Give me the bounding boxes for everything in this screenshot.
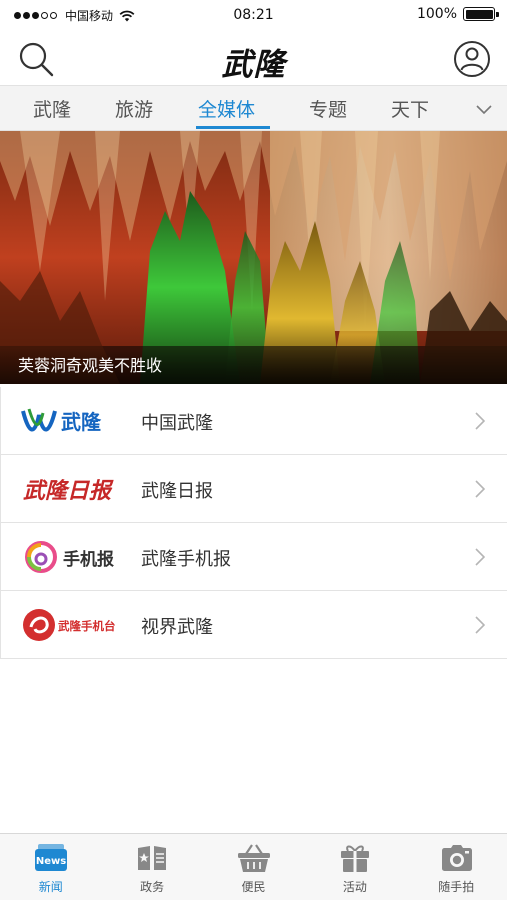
list-item-mobile-paper[interactable]: 手机报 武隆手机报: [0, 523, 507, 591]
media-label: 视界武隆: [141, 617, 213, 638]
app-logo: 武隆: [221, 47, 286, 83]
nav-activities[interactable]: 活动: [304, 834, 405, 900]
media-logo-text: 武隆日报: [23, 478, 114, 504]
wulong-logo-icon: 武隆: [21, 408, 102, 434]
mobile-paper-logo-icon: 手机报: [25, 541, 114, 573]
chevron-right-icon: [475, 412, 485, 430]
media-label: 武隆日报: [141, 481, 213, 502]
nav-label: 便民: [241, 880, 266, 894]
nav-news[interactable]: News 新闻: [0, 834, 101, 900]
active-tab-indicator: [196, 126, 270, 129]
media-logo-text: 武隆手机台: [58, 619, 116, 633]
list-item-wulong-daily[interactable]: 武隆日报 武隆日报: [0, 455, 507, 523]
banner-caption: 芙蓉洞奇观美不胜收: [18, 356, 163, 375]
gift-icon: [341, 845, 370, 872]
featured-banner[interactable]: 芙蓉洞奇观美不胜收: [0, 131, 507, 384]
tab-wulong[interactable]: 武隆: [33, 95, 71, 122]
news-icon: News: [35, 844, 67, 871]
status-bar: 中国移动 08:21 100%: [0, 0, 507, 30]
category-tabs: 武隆 旅游 全媒体 专题 天下: [0, 85, 507, 131]
chevron-down-icon[interactable]: [475, 100, 493, 118]
tab-all-media[interactable]: 全媒体: [198, 95, 255, 122]
cave-photo: [0, 131, 507, 384]
nav-snapshot[interactable]: 随手拍: [406, 834, 507, 900]
user-profile-icon[interactable]: [453, 40, 491, 78]
media-label: 中国武隆: [141, 413, 213, 434]
battery-percent: 100%: [416, 6, 457, 22]
chevron-right-icon: [475, 616, 485, 634]
list-item-vision-wulong[interactable]: 武隆手机台 视界武隆: [0, 591, 507, 659]
nav-label: 活动: [342, 880, 367, 894]
bottom-navigation: News 新闻 政务 便民 活动 随手拍: [0, 833, 507, 900]
nav-label: 随手拍: [438, 880, 475, 894]
mobile-tv-logo-icon: 武隆手机台: [23, 609, 116, 641]
app-header: 武隆: [0, 30, 507, 85]
tab-topics[interactable]: 专题: [309, 95, 347, 122]
media-list: 武隆 中国武隆 武隆日报 武隆日报 手机报 武隆手机报 武隆手机台 视界武隆: [0, 387, 507, 659]
nav-label: 新闻: [38, 880, 63, 894]
nav-convenience[interactable]: 便民: [203, 834, 304, 900]
wulong-daily-logo-icon: 武隆日报: [23, 478, 114, 504]
list-item-china-wulong[interactable]: 武隆 中国武隆: [0, 387, 507, 455]
news-badge-text: News: [36, 856, 66, 867]
tab-world[interactable]: 天下: [391, 95, 429, 122]
nav-label: 政务: [140, 880, 165, 894]
media-logo-text: 手机报: [63, 549, 114, 570]
chevron-right-icon: [475, 480, 485, 498]
government-book-icon: [138, 846, 167, 870]
media-logo-text: 武隆: [61, 410, 102, 434]
nav-government[interactable]: 政务: [101, 834, 202, 900]
camera-icon: [441, 845, 472, 871]
battery-icon: [463, 7, 499, 21]
basket-icon: [237, 844, 270, 872]
tab-travel[interactable]: 旅游: [115, 95, 153, 122]
chevron-right-icon: [475, 548, 485, 566]
media-label: 武隆手机报: [141, 549, 231, 570]
